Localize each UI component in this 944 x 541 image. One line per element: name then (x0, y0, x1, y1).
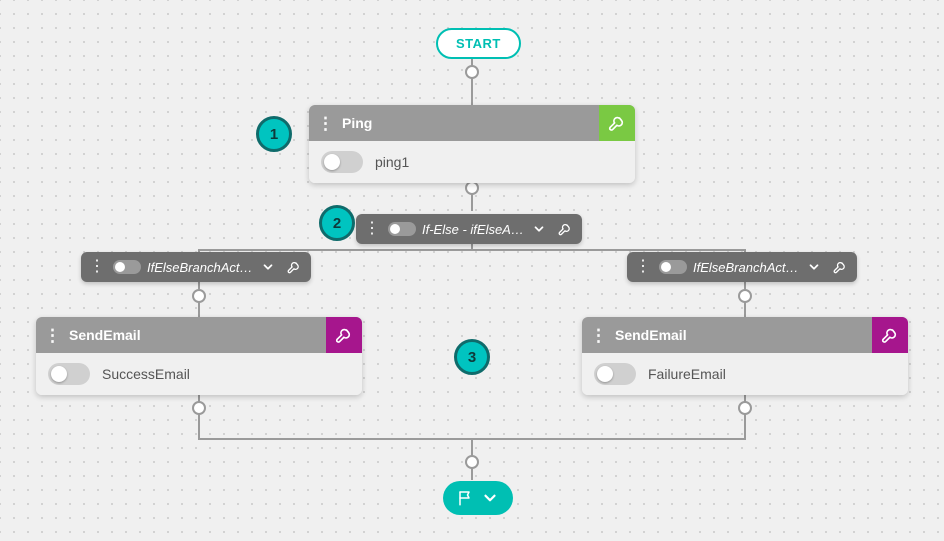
drag-handle-icon[interactable]: ⋮ (633, 259, 653, 275)
settings-button[interactable] (829, 256, 851, 278)
start-label: START (456, 36, 501, 51)
enabled-toggle[interactable] (388, 222, 416, 236)
wrench-icon (334, 325, 354, 345)
branch-label: IfElseBranchAct… (693, 260, 799, 275)
connector (198, 390, 200, 440)
enabled-toggle[interactable] (113, 260, 141, 274)
activity-title: SendEmail (615, 318, 872, 352)
activity-node-email-left[interactable]: ⋮ SendEmail SuccessEmail (36, 317, 362, 395)
port[interactable] (192, 401, 206, 415)
enabled-toggle[interactable] (48, 363, 90, 385)
expand-button[interactable] (530, 222, 548, 236)
connector (471, 56, 473, 108)
annotation-marker-2: 2 (319, 205, 355, 241)
drag-handle-icon[interactable]: ⋮ (582, 327, 615, 344)
ifelse-label: If-Else - ifElseA… (422, 222, 524, 237)
connector (744, 390, 746, 440)
wrench-icon (286, 259, 302, 275)
wrench-icon (607, 113, 627, 133)
activity-title: Ping (342, 106, 599, 140)
port[interactable] (465, 455, 479, 469)
activity-instance-name: ping1 (375, 154, 409, 170)
connector (198, 249, 746, 251)
expand-button[interactable] (481, 489, 499, 507)
settings-button[interactable] (283, 256, 305, 278)
activity-instance-name: SuccessEmail (102, 366, 190, 382)
ifelse-node[interactable]: ⋮ If-Else - ifElseA… (356, 214, 582, 244)
activity-node-email-right[interactable]: ⋮ SendEmail FailureEmail (582, 317, 908, 395)
flag-icon (457, 489, 475, 507)
settings-button[interactable] (554, 218, 576, 240)
expand-button[interactable] (259, 260, 277, 274)
annotation-marker-3: 3 (454, 339, 490, 375)
annotation-marker-1: 1 (256, 116, 292, 152)
activity-title: SendEmail (69, 318, 326, 352)
drag-handle-icon[interactable]: ⋮ (87, 259, 107, 275)
wrench-icon (557, 221, 573, 237)
port[interactable] (465, 181, 479, 195)
start-node[interactable]: START (436, 28, 521, 59)
drag-handle-icon[interactable]: ⋮ (36, 327, 69, 344)
branch-node-right[interactable]: ⋮ IfElseBranchAct… (627, 252, 857, 282)
branch-label: IfElseBranchAct… (147, 260, 253, 275)
chevron-down-icon (807, 260, 821, 274)
port[interactable] (465, 65, 479, 79)
port[interactable] (738, 401, 752, 415)
drag-handle-icon[interactable]: ⋮ (309, 115, 342, 132)
end-node[interactable] (443, 481, 513, 515)
settings-button[interactable] (872, 317, 908, 353)
port[interactable] (738, 289, 752, 303)
expand-button[interactable] (805, 260, 823, 274)
activity-instance-name: FailureEmail (648, 366, 726, 382)
workflow-canvas[interactable]: START 1 2 3 ⋮ Ping ping1 ⋮ If-Else - ifE… (0, 0, 944, 541)
chevron-down-icon (481, 489, 499, 507)
branch-node-left[interactable]: ⋮ IfElseBranchAct… (81, 252, 311, 282)
enabled-toggle[interactable] (321, 151, 363, 173)
drag-handle-icon[interactable]: ⋮ (362, 221, 382, 237)
enabled-toggle[interactable] (594, 363, 636, 385)
activity-node-ping[interactable]: ⋮ Ping ping1 (309, 105, 635, 183)
settings-button[interactable] (326, 317, 362, 353)
enabled-toggle[interactable] (659, 260, 687, 274)
chevron-down-icon (261, 260, 275, 274)
wrench-icon (832, 259, 848, 275)
chevron-down-icon (532, 222, 546, 236)
wrench-icon (880, 325, 900, 345)
settings-button[interactable] (599, 105, 635, 141)
port[interactable] (192, 289, 206, 303)
